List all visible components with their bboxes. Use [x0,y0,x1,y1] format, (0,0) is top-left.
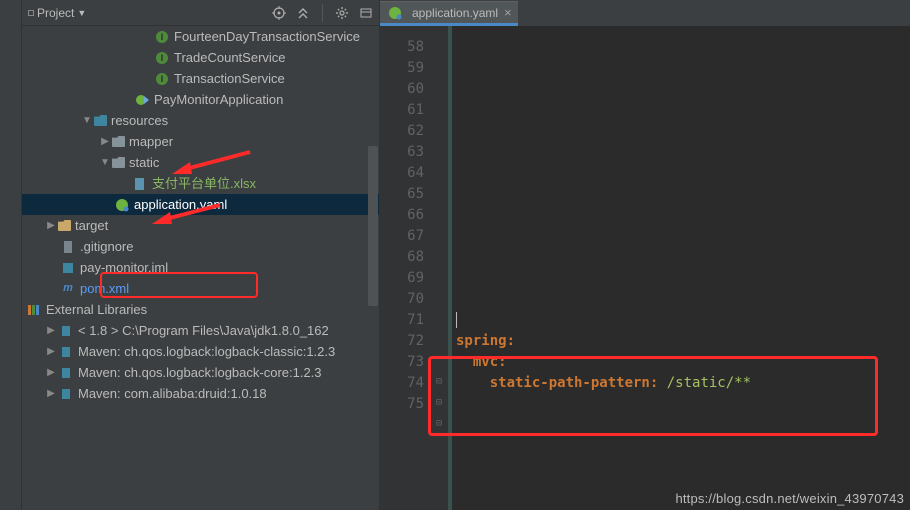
tree-item-label: resources [111,110,168,131]
tree-item-gitignore[interactable]: .gitignore [22,236,379,257]
folder-icon [58,220,71,231]
tree-item-label: .gitignore [80,236,133,257]
interface-icon: I [154,50,170,66]
gear-icon[interactable] [335,6,349,20]
interface-icon: I [154,29,170,45]
project-panel-header: Project ▼ [22,0,379,26]
tree-item-static[interactable]: ▼ static [22,152,379,173]
chevron-right-icon: ▶ [44,383,58,404]
tree-item-app-class[interactable]: PayMonitorApplication [22,89,379,110]
tree-item-service[interactable]: I TradeCountService [22,47,379,68]
library-icon [58,365,74,381]
close-icon[interactable]: × [504,5,512,20]
tree-item-maven-lib[interactable]: ▶ Maven: com.alibaba:druid:1.0.18 [22,383,379,404]
tree-item-external-libraries[interactable]: External Libraries [22,299,379,320]
tree-item-maven-lib[interactable]: ▶ Maven: ch.qos.logback:logback-classic:… [22,341,379,362]
tree-item-label: pom.xml [80,278,129,299]
line-gutter: 58 59 60 61 62 63 64 65 66 67 68 69 70 7… [380,26,432,510]
spring-run-icon [134,92,150,108]
libraries-icon [26,302,42,318]
file-icon [60,239,76,255]
spring-config-icon [388,6,402,20]
module-icon [60,260,76,276]
fold-icon[interactable]: ⊟ [433,413,445,425]
chevron-down-icon: ▼ [80,110,94,131]
tree-item-resources[interactable]: ▼ resources [22,110,379,131]
tree-item-label: Maven: ch.qos.logback:logback-classic:1.… [78,341,335,362]
chevron-right-icon: ▶ [44,215,58,236]
project-tree[interactable]: I FourteenDayTransactionService I TradeC… [22,26,379,510]
chevron-right-icon: ▶ [44,362,58,383]
maven-icon: m [60,281,76,297]
tree-item-label: PayMonitorApplication [154,89,283,110]
tree-item-service[interactable]: I FourteenDayTransactionService [22,26,379,47]
locate-icon[interactable] [272,6,286,20]
chevron-right-icon: ▶ [44,341,58,362]
file-icon [132,176,148,192]
caret [456,312,457,328]
tree-item-service[interactable]: I TransactionService [22,68,379,89]
tree-item-label: TradeCountService [174,47,286,68]
folder-icon [112,157,125,168]
tree-item-application-yaml[interactable]: application.yaml [22,194,379,215]
tree-item-iml[interactable]: pay-monitor.iml [22,257,379,278]
library-icon [58,344,74,360]
chevron-right-icon: ▶ [44,320,58,341]
chevron-right-icon: ▶ [98,131,112,152]
svg-text:I: I [161,32,164,42]
tree-item-maven-lib[interactable]: ▶ Maven: ch.qos.logback:logback-core:1.2… [22,362,379,383]
tree-item-pom[interactable]: m pom.xml [22,278,379,299]
fold-icon[interactable]: ⊟ [433,392,445,404]
svg-text:I: I [161,74,164,84]
tree-item-label: mapper [129,131,173,152]
tool-window-strip [0,0,22,510]
project-panel: Project ▼ I FourteenDayTransactionServic… [22,0,380,510]
tree-item-label: Maven: ch.qos.logback:logback-core:1.2.3 [78,362,322,383]
tree-item-label: Maven: com.alibaba:druid:1.0.18 [78,383,267,404]
editor-tab-application-yaml[interactable]: application.yaml × [380,1,518,26]
tree-item-label: 支付平台单位.xlsx [152,173,256,194]
hide-icon[interactable] [359,6,373,20]
editor-panel: application.yaml × 58 59 60 61 62 63 64 … [380,0,910,510]
chevron-down-icon: ▼ [98,152,112,173]
tree-item-label: FourteenDayTransactionService [174,26,360,47]
tree-item-jdk[interactable]: ▶ < 1.8 > C:\Program Files\Java\jdk1.8.0… [22,320,379,341]
tree-item-label: < 1.8 > C:\Program Files\Java\jdk1.8.0_1… [78,320,329,341]
code-area[interactable]: spring: mvc: static-path-pattern: /stati… [448,26,910,510]
tree-item-label: TransactionService [174,68,285,89]
tree-item-label: application.yaml [134,194,227,215]
tree-item-mapper[interactable]: ▶ mapper [22,131,379,152]
watermark: https://blog.csdn.net/weixin_43970743 [675,491,904,506]
project-panel-title[interactable]: Project ▼ [28,6,86,20]
tab-label: application.yaml [412,6,498,20]
resources-folder-icon [94,115,107,126]
tree-item-label: target [75,215,108,236]
interface-icon: I [154,71,170,87]
library-icon [58,323,74,339]
tree-item-label: pay-monitor.iml [80,257,168,278]
svg-text:I: I [161,53,164,63]
tree-item-xlsx[interactable]: 支付平台单位.xlsx [22,173,379,194]
fold-icon[interactable]: ⊟ [433,371,445,383]
tree-item-label: External Libraries [46,299,147,320]
scrollbar-thumb[interactable] [368,146,378,306]
spring-config-icon [114,197,130,213]
editor-tabbar: application.yaml × [380,0,910,26]
tree-item-target[interactable]: ▶ target [22,215,379,236]
tree-item-label: static [129,152,159,173]
separator [322,4,323,22]
library-icon [58,386,74,402]
folder-icon [112,136,125,147]
editor-body[interactable]: 58 59 60 61 62 63 64 65 66 67 68 69 70 7… [380,26,910,510]
collapse-icon[interactable] [296,6,310,20]
fold-strip: ⊟ ⊟ ⊟ [432,26,448,510]
